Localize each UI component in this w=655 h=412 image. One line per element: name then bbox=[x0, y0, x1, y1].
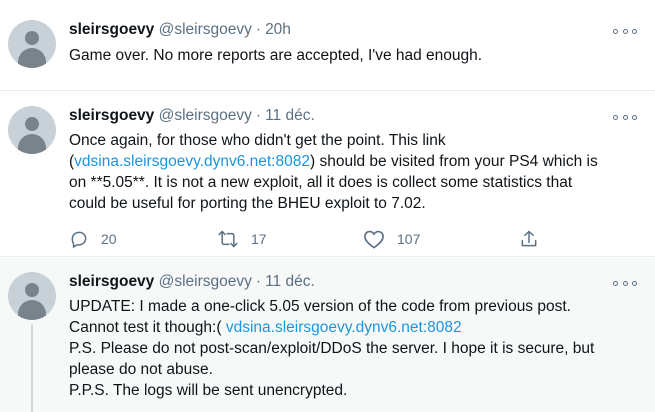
tweet-highlighted[interactable]: sleirsgoevy @sleirsgoevy · 11 déc. UPDATE:… bbox=[0, 258, 655, 412]
author-handle[interactable]: @sleirsgoevy bbox=[159, 273, 252, 290]
divider bbox=[0, 256, 655, 257]
author-name[interactable]: sleirsgoevy bbox=[69, 107, 154, 124]
share-button[interactable] bbox=[519, 228, 539, 250]
retweet-button[interactable]: 17 bbox=[217, 228, 267, 250]
tweet-header: sleirsgoevy @sleirsgoevy · 11 déc. bbox=[69, 106, 315, 126]
tweet-text: UPDATE: I made a one-click 5.05 version … bbox=[69, 298, 595, 399]
tweet-link[interactable]: vdsina.sleirsgoevy.dynv6.net:8082 bbox=[226, 319, 462, 336]
divider bbox=[0, 90, 655, 91]
heart-icon bbox=[364, 230, 384, 249]
reply-count: 20 bbox=[101, 231, 117, 247]
retweet-count: 17 bbox=[251, 231, 267, 247]
separator: · bbox=[255, 21, 262, 38]
thread-line bbox=[31, 324, 33, 412]
more-icon[interactable] bbox=[613, 276, 637, 290]
avatar[interactable] bbox=[8, 20, 56, 68]
tweet-text: Once again, for those who didn't get the… bbox=[69, 132, 598, 212]
tweet-link[interactable]: vdsina.sleirsgoevy.dynv6.net:8082 bbox=[74, 153, 310, 170]
like-button[interactable]: 107 bbox=[363, 228, 420, 250]
more-icon[interactable] bbox=[613, 24, 637, 38]
avatar[interactable] bbox=[8, 106, 56, 154]
tweet[interactable]: sleirsgoevy @sleirsgoevy · 20h Game over. … bbox=[0, 0, 655, 90]
retweet-icon bbox=[218, 230, 238, 248]
tweet-text: Game over. No more reports are accepted,… bbox=[69, 47, 483, 64]
share-icon bbox=[521, 230, 537, 247]
author-handle[interactable]: @sleirsgoevy bbox=[159, 21, 252, 38]
tweet[interactable]: sleirsgoevy @sleirsgoevy · 11 déc. Once ag… bbox=[0, 92, 655, 257]
separator: · bbox=[255, 107, 262, 124]
separator: · bbox=[255, 273, 262, 290]
reply-button[interactable]: 20 bbox=[69, 228, 117, 250]
action-bar: 20 17 107 bbox=[69, 228, 549, 250]
timestamp[interactable]: 11 déc. bbox=[265, 107, 315, 124]
avatar[interactable] bbox=[8, 272, 56, 320]
author-name[interactable]: sleirsgoevy bbox=[69, 21, 154, 38]
like-count: 107 bbox=[397, 231, 421, 247]
timestamp[interactable]: 11 déc. bbox=[265, 273, 315, 290]
tweet-header: sleirsgoevy @sleirsgoevy · 11 déc. bbox=[69, 272, 315, 292]
author-handle[interactable]: @sleirsgoevy bbox=[159, 107, 252, 124]
tweet-header: sleirsgoevy @sleirsgoevy · 20h bbox=[69, 20, 291, 40]
timestamp[interactable]: 20h bbox=[265, 21, 291, 38]
author-name[interactable]: sleirsgoevy bbox=[69, 273, 154, 290]
more-icon[interactable] bbox=[613, 110, 637, 124]
reply-icon bbox=[71, 231, 87, 249]
